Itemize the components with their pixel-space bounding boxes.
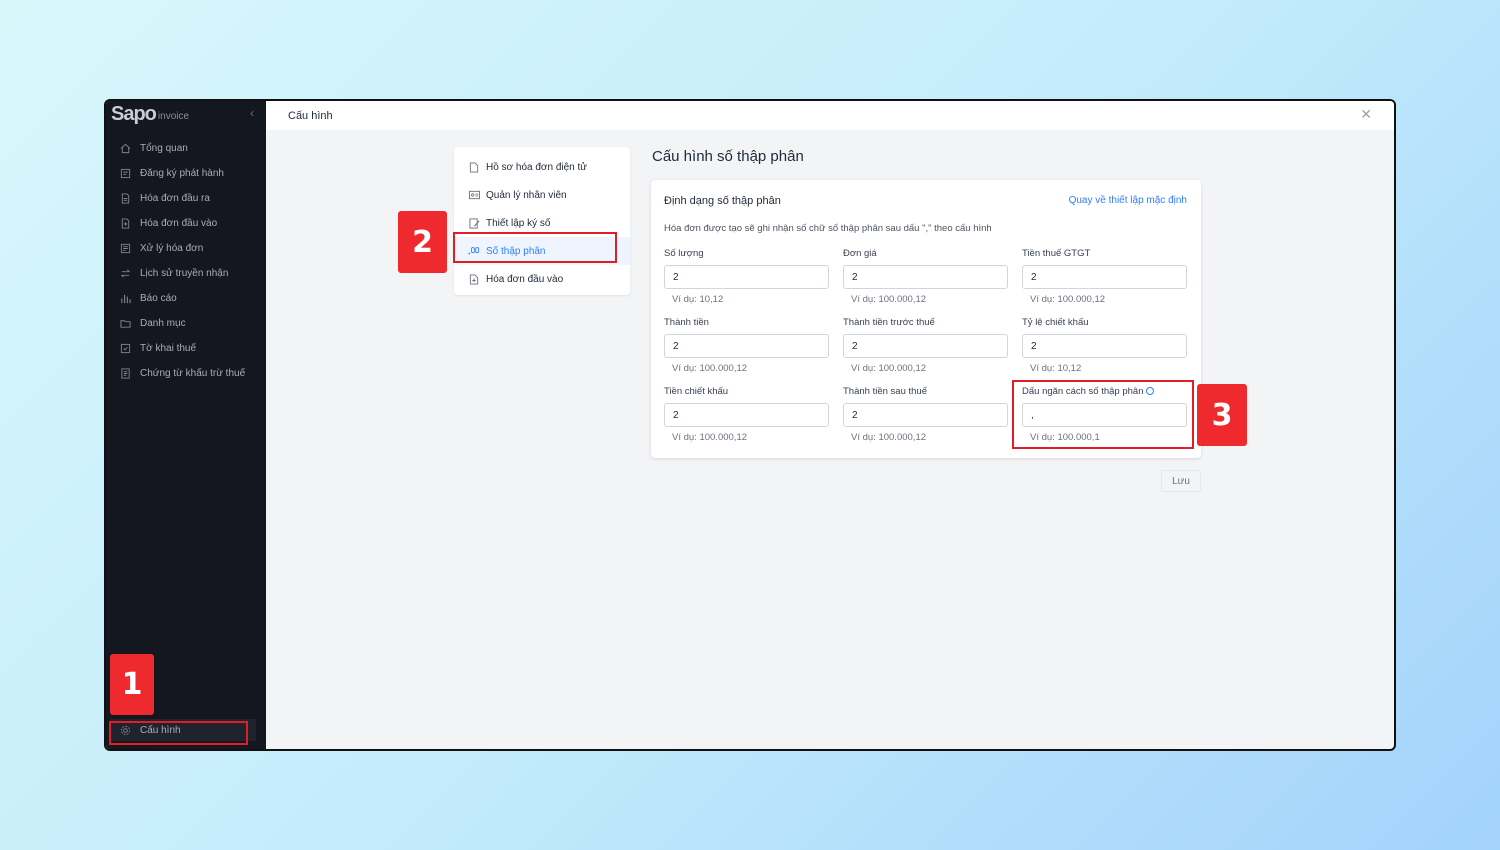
sidebar-item-input-invoice[interactable]: Hóa đơn đầu vào bbox=[106, 211, 266, 236]
sidebar-nav: Tổng quan Đăng ký phát hành Hóa đơn đầu … bbox=[106, 136, 266, 386]
sidebar-item-withholding[interactable]: Chứng từ khấu trừ thuế bbox=[106, 361, 266, 386]
home-icon bbox=[118, 142, 132, 156]
topbar-title: Cấu hình bbox=[288, 109, 333, 122]
field-hint: Ví dụ: 10,12 bbox=[672, 294, 724, 305]
card-title: Định dạng số thập phân bbox=[664, 195, 781, 207]
field-hint: Ví dụ: 100.000,12 bbox=[1030, 294, 1106, 305]
transfer-icon bbox=[118, 267, 132, 281]
logo: Sapo bbox=[111, 102, 157, 125]
sidebar-item-output-invoice[interactable]: Hóa đơn đầu ra bbox=[106, 186, 266, 211]
field-discount-amount: Tiền chiết khấu 2 Ví dụ: 100.000,12 bbox=[664, 386, 829, 443]
field-hint: Ví dụ: 10,12 bbox=[1030, 363, 1082, 374]
submenu-item-einvoice-profile[interactable]: Hồ sơ hóa đơn điện tử bbox=[454, 153, 630, 181]
highlight-settings bbox=[109, 721, 248, 745]
sidebar-item-label: Hóa đơn đầu ra bbox=[140, 193, 210, 204]
discount-rate-input[interactable]: 2 bbox=[1022, 334, 1187, 358]
amount-after-tax-input[interactable]: 2 bbox=[843, 403, 1008, 427]
step-badge-1: 1 bbox=[110, 654, 154, 715]
field-label: Đơn giá bbox=[843, 248, 877, 259]
file-icon bbox=[468, 161, 480, 173]
highlight-decimal-separator bbox=[1012, 380, 1194, 449]
folder-icon bbox=[118, 317, 132, 331]
field-vat-amount: Tiền thuế GTGT 2 Ví dụ: 100.000,12 bbox=[1022, 248, 1187, 305]
field-amount-before-tax: Thành tiền trước thuế 2 Ví dụ: 100.000,1… bbox=[843, 317, 1008, 374]
receipt-icon bbox=[118, 367, 132, 381]
sidebar-item-label: Hóa đơn đầu vào bbox=[140, 218, 218, 229]
field-label: Thành tiền sau thuế bbox=[843, 386, 927, 397]
sidebar-item-label: Chứng từ khấu trừ thuế bbox=[140, 368, 246, 379]
submenu-item-label: Hóa đơn đầu vào bbox=[486, 273, 564, 285]
field-label: Thành tiền trước thuế bbox=[843, 317, 935, 328]
submenu-item-input-invoice[interactable]: Hóa đơn đầu vào bbox=[454, 265, 630, 293]
amount-input[interactable]: 2 bbox=[664, 334, 829, 358]
sidebar-item-label: Xử lý hóa đơn bbox=[140, 243, 204, 254]
highlight-decimal-menu bbox=[453, 232, 617, 263]
tax-form-icon bbox=[118, 342, 132, 356]
field-hint: Ví dụ: 100.000,12 bbox=[851, 363, 927, 374]
id-card-icon bbox=[468, 189, 480, 201]
submenu-item-label: Hồ sơ hóa đơn điện tử bbox=[486, 161, 587, 173]
page-title: Cấu hình số thập phân bbox=[652, 148, 804, 165]
sidebar-item-label: Tờ khai thuế bbox=[140, 343, 197, 354]
quantity-input[interactable]: 2 bbox=[664, 265, 829, 289]
sidebar-item-label: Báo cáo bbox=[140, 293, 177, 304]
field-amount: Thành tiền 2 Ví dụ: 100.000,12 bbox=[664, 317, 829, 374]
sign-icon bbox=[468, 217, 480, 229]
logo-row: Sapo invoice ‹ bbox=[106, 101, 266, 127]
close-icon[interactable]: ✕ bbox=[1360, 106, 1372, 123]
file-plus-icon bbox=[468, 273, 480, 285]
sidebar-item-tax-declaration[interactable]: Tờ khai thuế bbox=[106, 336, 266, 361]
field-label: Thành tiền bbox=[664, 317, 709, 328]
card-description: Hóa đơn được tạo sẽ ghi nhận số chữ số t… bbox=[664, 223, 992, 234]
reset-default-link[interactable]: Quay về thiết lập mặc định bbox=[1069, 195, 1187, 206]
field-unit-price: Đơn giá 2 Ví dụ: 100.000,12 bbox=[843, 248, 1008, 305]
sidebar-item-label: Lịch sử truyền nhận bbox=[140, 268, 229, 279]
sidebar-item-catalog[interactable]: Danh mục bbox=[106, 311, 266, 336]
field-hint: Ví dụ: 100.000,12 bbox=[851, 294, 927, 305]
sidebar-item-label: Tổng quan bbox=[140, 143, 188, 154]
step-badge-3: 3 bbox=[1197, 384, 1247, 446]
save-button[interactable]: Lưu bbox=[1161, 470, 1201, 492]
vat-amount-input[interactable]: 2 bbox=[1022, 265, 1187, 289]
logo-sub: invoice bbox=[157, 110, 190, 122]
document-icon bbox=[118, 192, 132, 206]
sidebar-item-label: Đăng ký phát hành bbox=[140, 168, 224, 179]
chart-icon bbox=[118, 292, 132, 306]
document-in-icon bbox=[118, 217, 132, 231]
field-quantity: Số lượng 2 Ví dụ: 10,12 bbox=[664, 248, 829, 305]
submenu-item-label: Quản lý nhân viên bbox=[486, 189, 567, 201]
field-hint: Ví dụ: 100.000,12 bbox=[851, 432, 927, 443]
unit-price-input[interactable]: 2 bbox=[843, 265, 1008, 289]
amount-before-tax-input[interactable]: 2 bbox=[843, 334, 1008, 358]
field-discount-rate: Tỷ lệ chiết khấu 2 Ví dụ: 10,12 bbox=[1022, 317, 1187, 374]
discount-amount-input[interactable]: 2 bbox=[664, 403, 829, 427]
field-hint: Ví dụ: 100.000,12 bbox=[672, 363, 748, 374]
field-hint: Ví dụ: 100.000,12 bbox=[672, 432, 748, 443]
sidebar-item-label: Danh mục bbox=[140, 318, 186, 329]
sidebar-item-register[interactable]: Đăng ký phát hành bbox=[106, 161, 266, 186]
collapse-sidebar-icon[interactable]: ‹ bbox=[250, 106, 254, 120]
sidebar-item-overview[interactable]: Tổng quan bbox=[106, 136, 266, 161]
field-amount-after-tax: Thành tiền sau thuế 2 Ví dụ: 100.000,12 bbox=[843, 386, 1008, 443]
settings-submenu: Hồ sơ hóa đơn điện tử Quản lý nhân viên … bbox=[454, 147, 630, 295]
topbar: Cấu hình ✕ bbox=[266, 101, 1394, 130]
submenu-item-staff[interactable]: Quản lý nhân viên bbox=[454, 181, 630, 209]
sidebar-item-process-invoice[interactable]: Xử lý hóa đơn bbox=[106, 236, 266, 261]
field-label: Tiền chiết khấu bbox=[664, 386, 729, 397]
field-label: Tỷ lệ chiết khấu bbox=[1022, 317, 1089, 328]
sidebar-item-report[interactable]: Báo cáo bbox=[106, 286, 266, 311]
submenu-item-label: Thiết lập ký số bbox=[486, 217, 551, 229]
process-icon bbox=[118, 242, 132, 256]
sidebar: Sapo invoice ‹ Tổng quan Đăng ký phát hà… bbox=[106, 101, 266, 749]
field-label: Tiền thuế GTGT bbox=[1022, 248, 1091, 259]
register-icon bbox=[118, 167, 132, 181]
sidebar-item-transfer-history[interactable]: Lịch sử truyền nhận bbox=[106, 261, 266, 286]
field-label: Số lượng bbox=[664, 248, 704, 259]
step-badge-2: 2 bbox=[398, 211, 447, 273]
